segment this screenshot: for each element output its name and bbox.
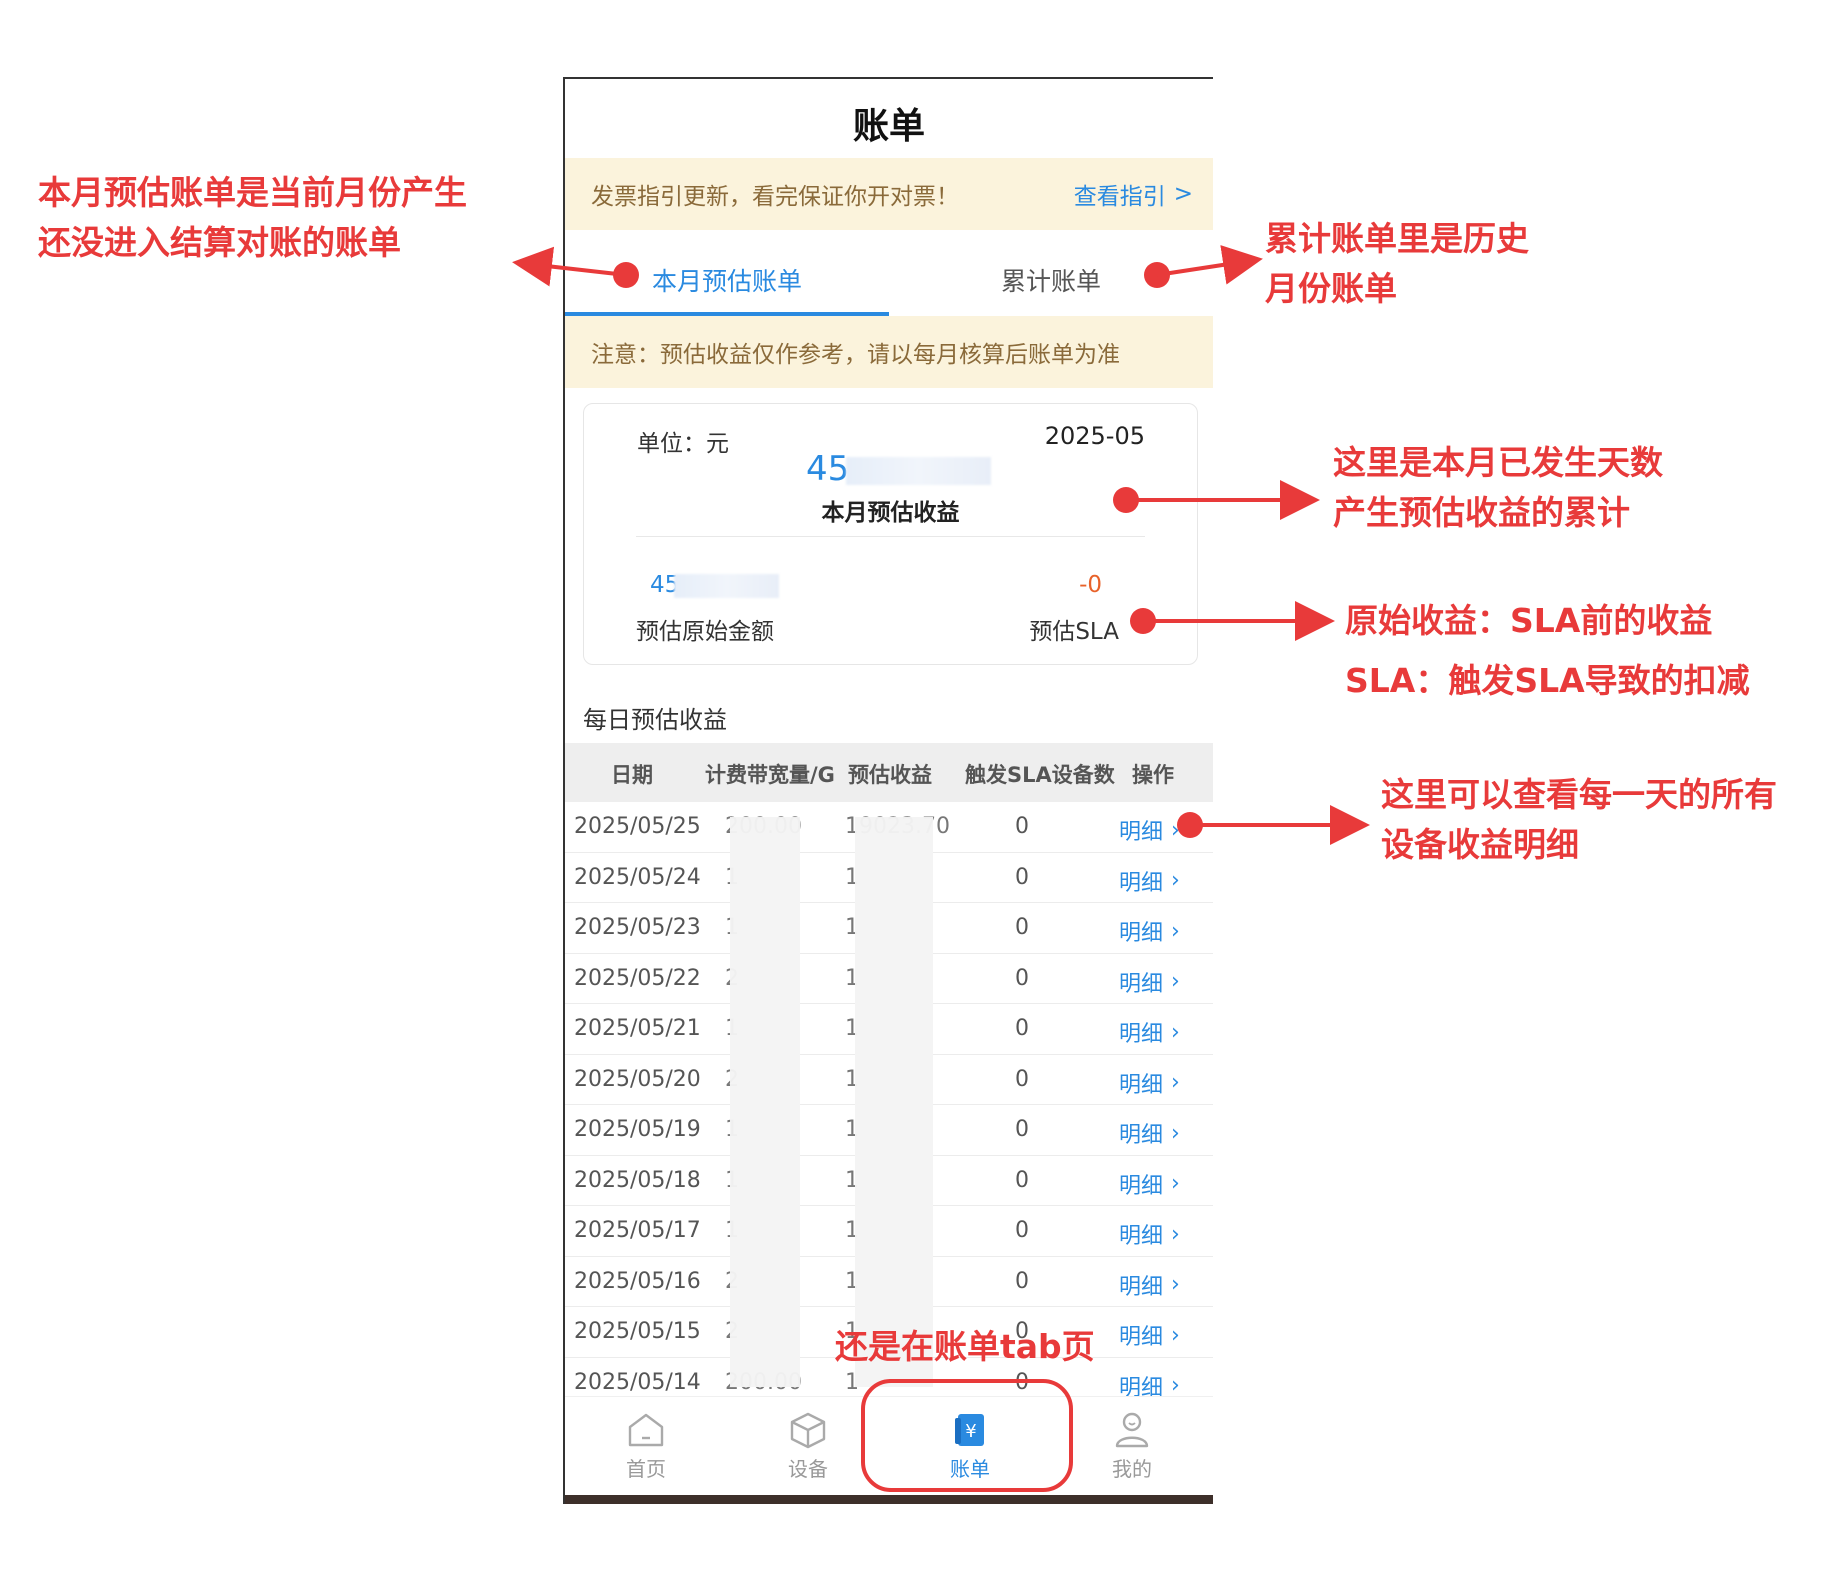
- annotation-arrow: [512, 246, 627, 287]
- annotation-arrow: [1156, 245, 1263, 285]
- annotation-arrows: [512, 245, 1370, 845]
